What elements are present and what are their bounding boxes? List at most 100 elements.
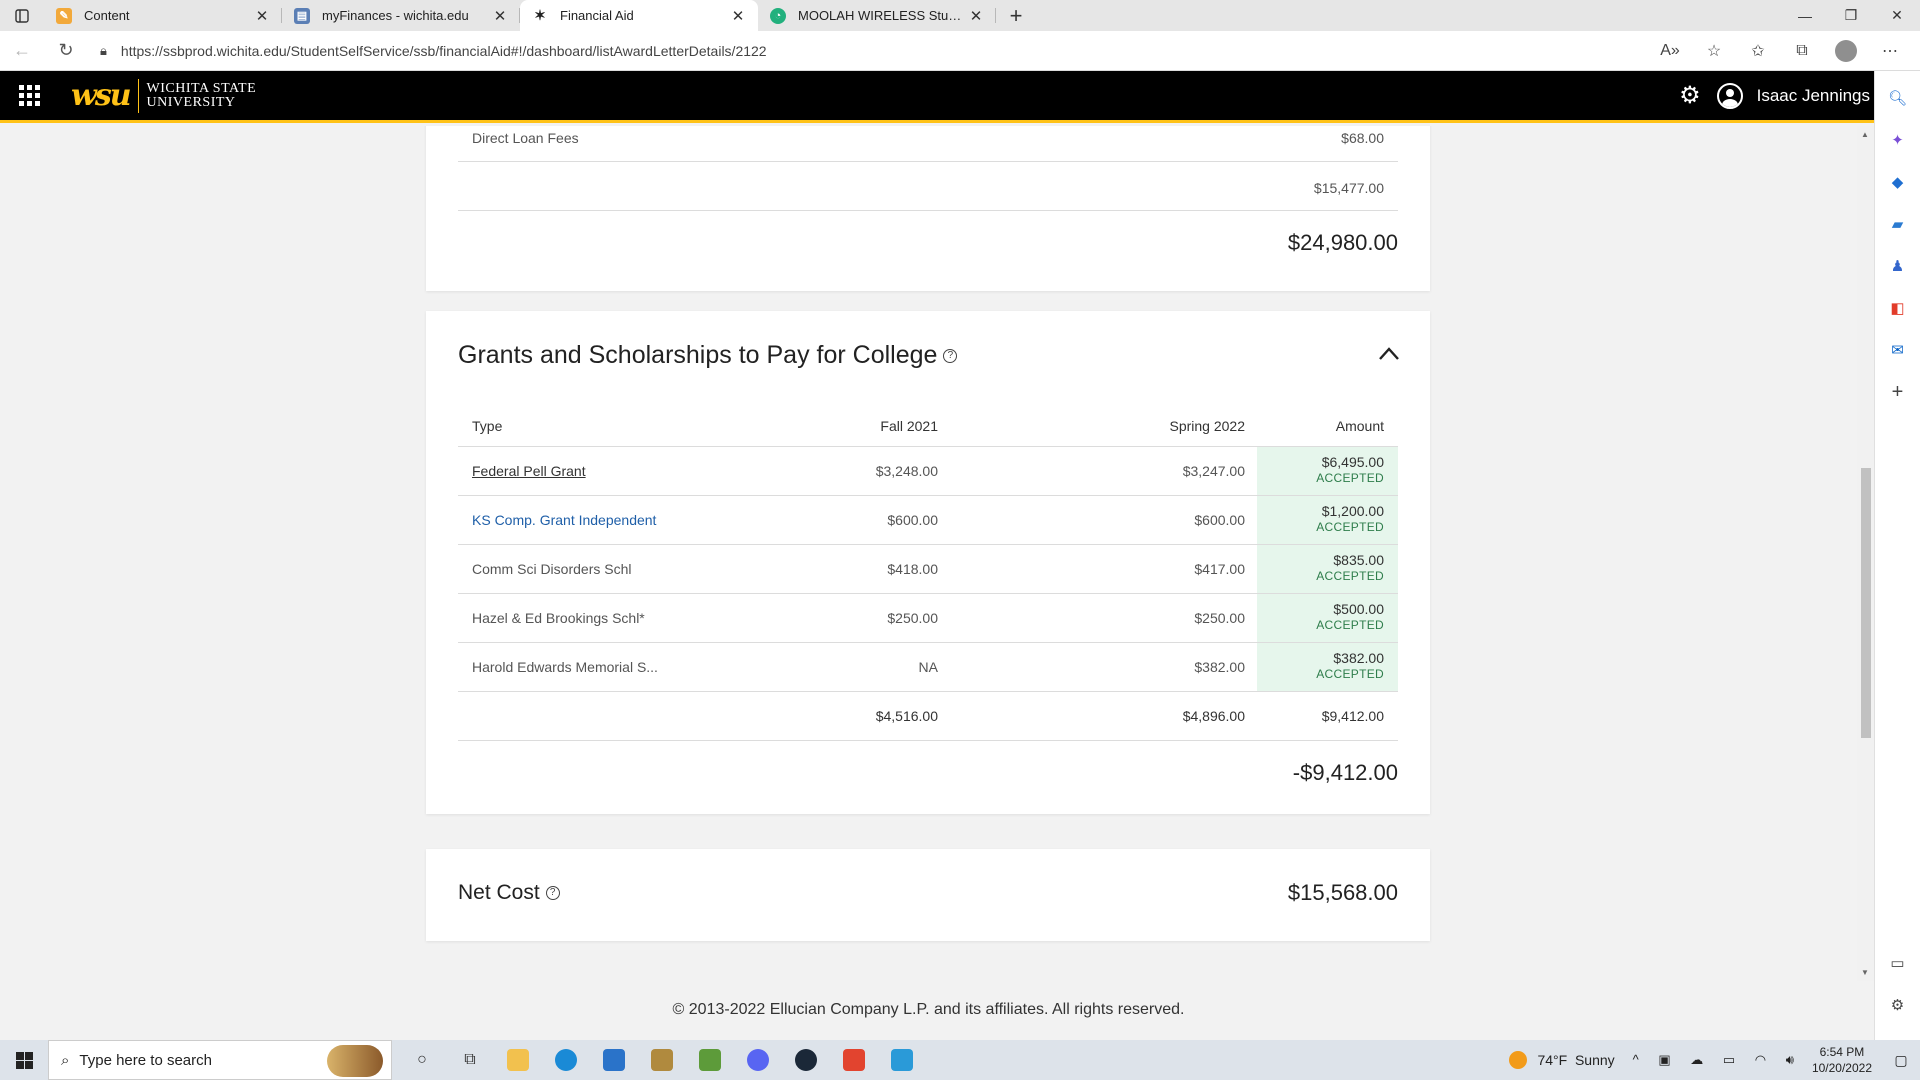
tab-close-icon[interactable]: ✕ bbox=[490, 7, 510, 25]
totals-row: $4,516.00 $4,896.00 $9,412.00 bbox=[458, 692, 1398, 741]
fall-amount: $600.00 bbox=[887, 512, 938, 528]
tab-title: MOOLAH WIRELESS Student Tab bbox=[798, 8, 966, 23]
scroll-down-icon[interactable]: ▼ bbox=[1861, 968, 1869, 977]
tab-close-icon[interactable]: ✕ bbox=[728, 7, 748, 25]
discord-icon[interactable] bbox=[734, 1040, 782, 1080]
edge-icon[interactable] bbox=[542, 1040, 590, 1080]
taskbar-apps: ○ ⧉ bbox=[398, 1040, 926, 1080]
scroll-up-icon[interactable]: ▲ bbox=[1861, 130, 1869, 139]
browser-tab-financial-aid[interactable]: ✶ Financial Aid ✕ bbox=[520, 0, 758, 31]
close-window-icon[interactable]: ✕ bbox=[1874, 0, 1920, 31]
refresh-icon: ↻ bbox=[58, 40, 74, 60]
weather-temp: 74°F bbox=[1537, 1052, 1568, 1068]
wsu-logo[interactable]: wsu Wichita State University bbox=[71, 78, 256, 113]
sidebar-tools-icon[interactable]: ▰ bbox=[1883, 209, 1913, 239]
col-amount: Amount bbox=[1335, 418, 1384, 434]
read-aloud-icon[interactable]: A» bbox=[1648, 42, 1692, 60]
league-icon[interactable] bbox=[638, 1040, 686, 1080]
fall-amount: $3,248.00 bbox=[875, 463, 938, 479]
tab-title: Content bbox=[84, 8, 130, 23]
gear-icon[interactable]: ⚙ bbox=[1679, 81, 1701, 110]
header-user-area: ⚙ Isaac Jennings bbox=[1679, 81, 1870, 110]
app-header: wsu Wichita State University ⚙ Isaac Jen… bbox=[0, 71, 1874, 123]
award-link-ks-comp-grant[interactable]: KS Comp. Grant Independent bbox=[472, 512, 656, 528]
spring-amount: $417.00 bbox=[1194, 561, 1245, 577]
total-amount: $382.00 bbox=[1333, 650, 1384, 666]
tab-title: myFinances - wichita.edu bbox=[322, 8, 469, 23]
search-placeholder: Type here to search bbox=[79, 1051, 212, 1069]
taskbar-clock[interactable]: 6:54 PM 10/20/2022 bbox=[1812, 1044, 1872, 1076]
favorites-icon[interactable]: ✩ bbox=[1736, 41, 1780, 61]
chevron-up-icon[interactable] bbox=[1378, 343, 1400, 365]
grants-scholarships-card: Grants and Scholarships to Pay for Colle… bbox=[426, 311, 1430, 814]
weather-widget[interactable]: 74°F Sunny bbox=[1509, 1051, 1615, 1069]
browser-tab-content[interactable]: ✎ Content ✕ bbox=[44, 0, 282, 31]
spring-amount: $250.00 bbox=[1194, 610, 1245, 626]
cost-total: $24,980.00 bbox=[1287, 230, 1398, 255]
tray-icons[interactable]: ^ ▣ ☁ ▭ ◠ 🔊︎ bbox=[1633, 1052, 1802, 1068]
notepad-icon[interactable] bbox=[878, 1040, 926, 1080]
task-view-icon[interactable]: ⧉ bbox=[446, 1040, 494, 1080]
refresh-button[interactable]: ↻ bbox=[44, 35, 88, 67]
search-icon: ⌕ bbox=[61, 1051, 70, 1069]
help-icon[interactable]: ? bbox=[943, 349, 958, 364]
office-icon[interactable] bbox=[830, 1040, 878, 1080]
sidebar-search-icon[interactable]: 🔍︎ bbox=[1883, 83, 1913, 113]
restore-icon[interactable]: ❐ bbox=[1828, 0, 1874, 31]
tab-actions-icon bbox=[15, 8, 29, 23]
content-favicon-icon: ✎ bbox=[56, 7, 72, 24]
scrollbar-thumb[interactable] bbox=[1861, 468, 1871, 738]
amount-cell: $382.00 ACCEPTED bbox=[1257, 643, 1398, 691]
grants-net-total: -$9,412.00 bbox=[1292, 760, 1398, 785]
app-grid-icon[interactable] bbox=[17, 84, 41, 108]
file-explorer-icon[interactable] bbox=[494, 1040, 542, 1080]
new-tab-button[interactable]: + bbox=[996, 0, 1036, 31]
cortana-icon[interactable]: ○ bbox=[398, 1040, 446, 1080]
fall-amount: $250.00 bbox=[887, 610, 938, 626]
sidebar-layout-icon[interactable]: ▭ bbox=[1883, 948, 1913, 978]
address-bar-actions: A» ☆ ✩ ⧉ ⋯ bbox=[1648, 39, 1912, 62]
mail-icon[interactable] bbox=[590, 1040, 638, 1080]
table-row: Harold Edwards Memorial S... NA $382.00 … bbox=[458, 643, 1398, 692]
browser-tab-myfinances[interactable]: ▤ myFinances - wichita.edu ✕ bbox=[282, 0, 520, 31]
notification-icon[interactable]: ▢ bbox=[1886, 1052, 1916, 1069]
direct-loan-fees-amount: $68.00 bbox=[1341, 130, 1384, 146]
spring-amount: $600.00 bbox=[1194, 512, 1245, 528]
back-button[interactable]: ← bbox=[0, 35, 44, 67]
username[interactable]: Isaac Jennings bbox=[1757, 86, 1870, 106]
add-favorite-icon[interactable]: ☆ bbox=[1692, 41, 1736, 61]
status-badge: ACCEPTED bbox=[1316, 569, 1384, 583]
award-link-federal-pell-grant[interactable]: Federal Pell Grant bbox=[472, 463, 586, 479]
amount-cell: $1,200.00 ACCEPTED bbox=[1257, 496, 1398, 544]
start-button[interactable] bbox=[0, 1051, 48, 1069]
browser-tab-moolah[interactable]: ◔ MOOLAH WIRELESS Student Tab ✕ bbox=[758, 0, 996, 31]
tab-actions-button[interactable] bbox=[0, 0, 44, 31]
help-icon[interactable]: ? bbox=[545, 886, 560, 901]
taskbar-search-box[interactable]: ⌕ Type here to search bbox=[48, 1040, 392, 1080]
minecraft-icon[interactable] bbox=[686, 1040, 734, 1080]
sidebar-outlook-icon[interactable]: ✉ bbox=[1883, 335, 1913, 365]
url-field[interactable]: 🔒︎ https://ssbprod.wichita.edu/StudentSe… bbox=[88, 35, 1648, 67]
sidebar-office-icon[interactable]: ◧ bbox=[1883, 293, 1913, 323]
lock-icon: 🔒︎ bbox=[100, 42, 107, 58]
minimize-icon[interactable]: — bbox=[1782, 0, 1828, 31]
tab-close-icon[interactable]: ✕ bbox=[252, 7, 272, 25]
col-spring: Spring 2022 bbox=[1169, 418, 1245, 434]
more-options-icon[interactable]: ⋯ bbox=[1868, 41, 1912, 61]
sidebar-games-icon[interactable]: ♟ bbox=[1883, 251, 1913, 281]
tab-close-icon[interactable]: ✕ bbox=[966, 7, 986, 25]
sidebar-add-icon[interactable]: + bbox=[1883, 377, 1913, 407]
total-amount: $500.00 bbox=[1333, 601, 1384, 617]
table-row: Hazel & Ed Brookings Schl* $250.00 $250.… bbox=[458, 594, 1398, 643]
collections-icon[interactable]: ⧉ bbox=[1780, 42, 1824, 60]
page-scrollbar[interactable]: ▲ ▼ bbox=[1857, 126, 1874, 981]
sidebar-shopping-icon[interactable]: ◆ bbox=[1883, 167, 1913, 197]
total-amount: $6,495.00 bbox=[1321, 454, 1384, 470]
sidebar-settings-icon[interactable]: ⚙ bbox=[1883, 990, 1913, 1020]
tab-title: Financial Aid bbox=[560, 8, 634, 23]
logo-line-2: University bbox=[146, 94, 236, 110]
user-icon[interactable] bbox=[1716, 82, 1743, 109]
sidebar-copilot-icon[interactable]: ✦ bbox=[1883, 125, 1913, 155]
profile-avatar-icon[interactable] bbox=[1835, 39, 1857, 62]
steam-icon[interactable] bbox=[782, 1040, 830, 1080]
